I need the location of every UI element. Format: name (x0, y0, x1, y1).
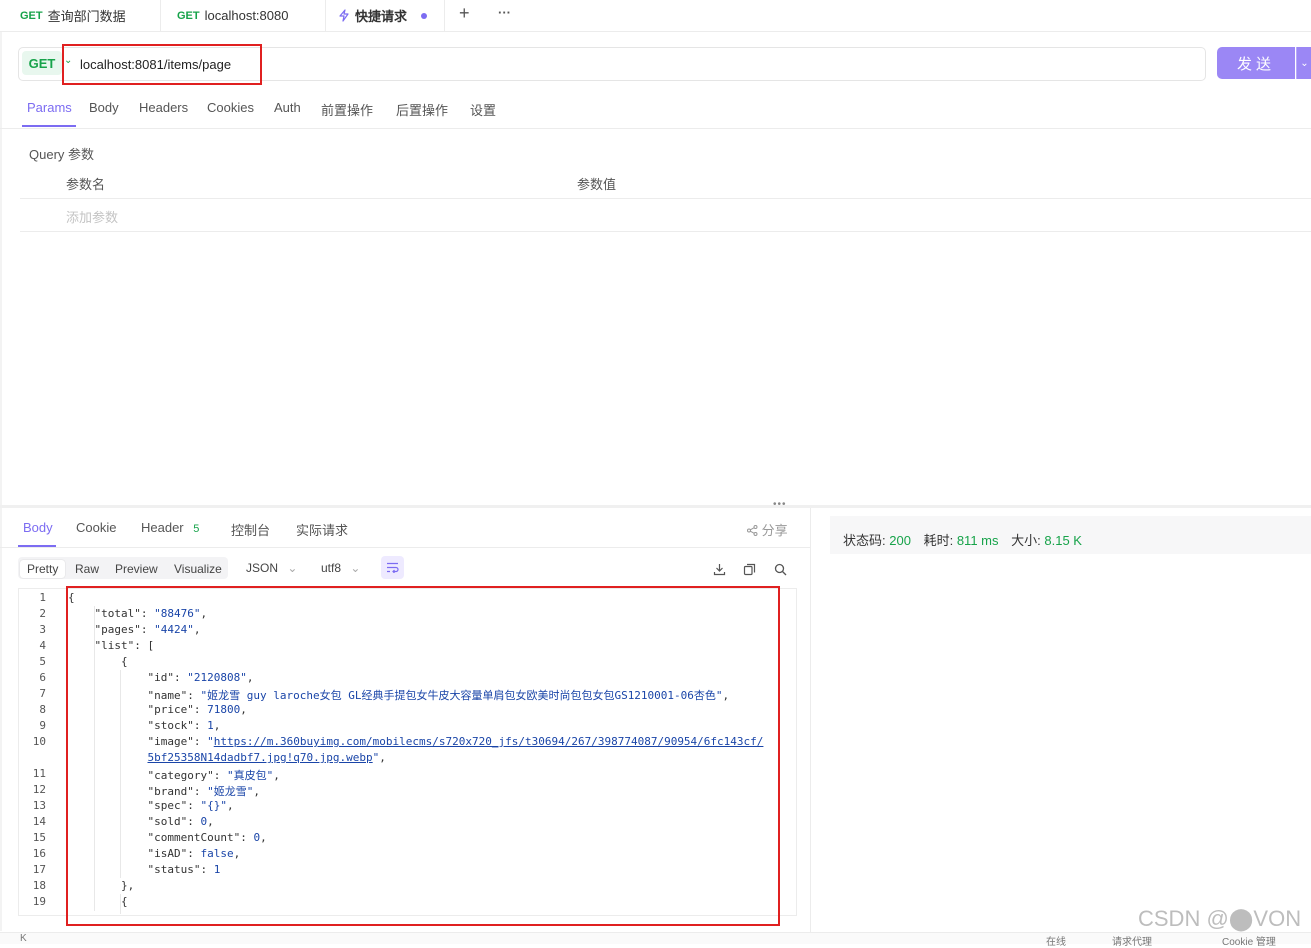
response-tab-console[interactable]: 控制台 (231, 520, 270, 539)
line-number: 7 (39, 687, 46, 700)
tab-headers[interactable]: Headers (139, 100, 188, 115)
status-bar-left: K (20, 933, 27, 944)
size-label: 大小: (1011, 533, 1041, 548)
tab-label: 快捷请求 (355, 9, 408, 24)
view-visualize-button[interactable]: Visualize (174, 560, 222, 578)
format-value: JSON (246, 561, 279, 575)
window-left-edge (0, 31, 2, 931)
response-tab-header[interactable]: Header 5 (141, 520, 199, 535)
method-select[interactable]: GET (22, 51, 62, 75)
line-number: 19 (32, 895, 46, 908)
line-number: 10 (32, 735, 46, 748)
tab-method: GET (177, 9, 200, 22)
line-number: 9 (39, 719, 46, 732)
send-button[interactable]: 发送 (1217, 47, 1295, 79)
size-value: 8.15 K (1044, 533, 1082, 548)
add-tab-button[interactable]: + (459, 3, 470, 24)
share-button[interactable]: 分享 (747, 520, 788, 539)
header-count-badge: 5 (193, 523, 200, 535)
tab-method: GET (20, 9, 43, 22)
format-select[interactable]: JSON ⌄ (246, 561, 297, 575)
line-number: 8 (39, 703, 46, 716)
tab-body[interactable]: Body (89, 100, 119, 115)
download-icon (713, 563, 725, 575)
tab-auth[interactable]: Auth (274, 100, 301, 115)
line-number: 11 (32, 767, 46, 780)
line-number: 14 (32, 815, 46, 828)
encoding-select[interactable]: utf8 ⌄ (321, 561, 360, 575)
tab-params[interactable]: Params (27, 100, 72, 115)
request-proxy-button[interactable]: 请求代理 (1112, 933, 1152, 948)
tab-settings[interactable]: 设置 (470, 100, 496, 119)
response-tab-body[interactable]: Body (23, 520, 53, 535)
param-name-header: 参数名 (66, 177, 106, 192)
active-tab-indicator (22, 125, 76, 127)
lightning-icon (339, 9, 349, 22)
tab-cookies[interactable]: Cookies (207, 100, 254, 115)
response-status: 状态码: 200 耗时: 811 ms 大小: 8.15 K (843, 530, 1082, 549)
tab-divider (444, 0, 445, 31)
share-label: 分享 (761, 523, 788, 538)
response-tab-cookie[interactable]: Cookie (76, 520, 116, 535)
panel-divider (810, 508, 811, 943)
tab-quick-request[interactable]: 快捷请求 (326, 0, 444, 31)
line-number: 18 (32, 879, 46, 892)
copy-button[interactable] (741, 561, 757, 577)
tab-label: localhost:8080 (204, 8, 289, 23)
line-number: 16 (32, 847, 46, 860)
line-number: 12 (32, 783, 46, 796)
highlight-box-response (66, 586, 780, 926)
csdn-watermark: CSDN @⬤VON (1138, 906, 1302, 931)
status-code-label: 状态码: (843, 533, 886, 548)
param-value-header: 参数值 (577, 177, 617, 192)
tab-post-request[interactable]: 后置操作 (396, 100, 448, 119)
download-button[interactable] (711, 561, 727, 577)
line-number: 2 (39, 607, 46, 620)
wrap-lines-button[interactable] (381, 556, 404, 579)
send-options-chevron-icon[interactable]: ⌄ (1296, 47, 1311, 79)
highlight-box-url (62, 44, 262, 85)
wrap-lines-icon (387, 562, 399, 573)
add-param-input[interactable]: 添加参数 (66, 207, 118, 226)
table-divider (20, 231, 1311, 232)
unsaved-dot-icon (421, 12, 428, 19)
status-code-value: 200 (889, 533, 911, 548)
more-tabs-button[interactable]: ··· (498, 5, 511, 20)
response-tabs-divider (0, 547, 810, 548)
chevron-down-icon: ⌄ (350, 561, 361, 575)
line-number: 1 (39, 591, 46, 604)
line-number: 3 (39, 623, 46, 636)
request-options-tabs (0, 88, 1311, 129)
chevron-down-icon: ⌄ (287, 561, 298, 575)
tab-pre-request[interactable]: 前置操作 (321, 100, 373, 119)
view-pretty-button[interactable]: Pretty (20, 560, 66, 578)
response-tab-actual-request[interactable]: 实际请求 (296, 520, 348, 539)
line-number: 4 (39, 639, 46, 652)
drag-handle-icon[interactable]: ••• (773, 499, 787, 510)
share-icon (747, 525, 758, 536)
view-preview-button[interactable]: Preview (115, 560, 158, 578)
tab-query-dept[interactable]: GET 查询部门数据 (20, 0, 126, 31)
cookie-manager-button[interactable]: Cookie 管理 (1222, 933, 1276, 948)
line-number: 5 (39, 655, 46, 668)
tab-label: 查询部门数据 (47, 9, 126, 24)
online-status[interactable]: 在线 (1046, 933, 1066, 948)
tab-localhost-8080[interactable]: GET localhost:8080 (177, 0, 288, 31)
tab-divider (160, 0, 161, 31)
response-tab-label: Header (141, 520, 184, 535)
encoding-value: utf8 (321, 561, 342, 575)
line-number: 15 (32, 831, 46, 844)
panel-splitter[interactable] (0, 505, 1311, 508)
view-raw-button[interactable]: Raw (75, 560, 99, 578)
query-params-title: Query 参数 (29, 147, 95, 162)
copy-icon (743, 563, 755, 575)
line-number: 6 (39, 671, 46, 684)
line-number: 13 (32, 799, 46, 812)
search-icon (774, 563, 786, 575)
line-number: 17 (32, 863, 46, 876)
time-label: 耗时: (923, 533, 954, 548)
table-divider (20, 198, 1311, 199)
search-button[interactable] (772, 561, 788, 577)
time-value: 811 ms (956, 533, 999, 548)
